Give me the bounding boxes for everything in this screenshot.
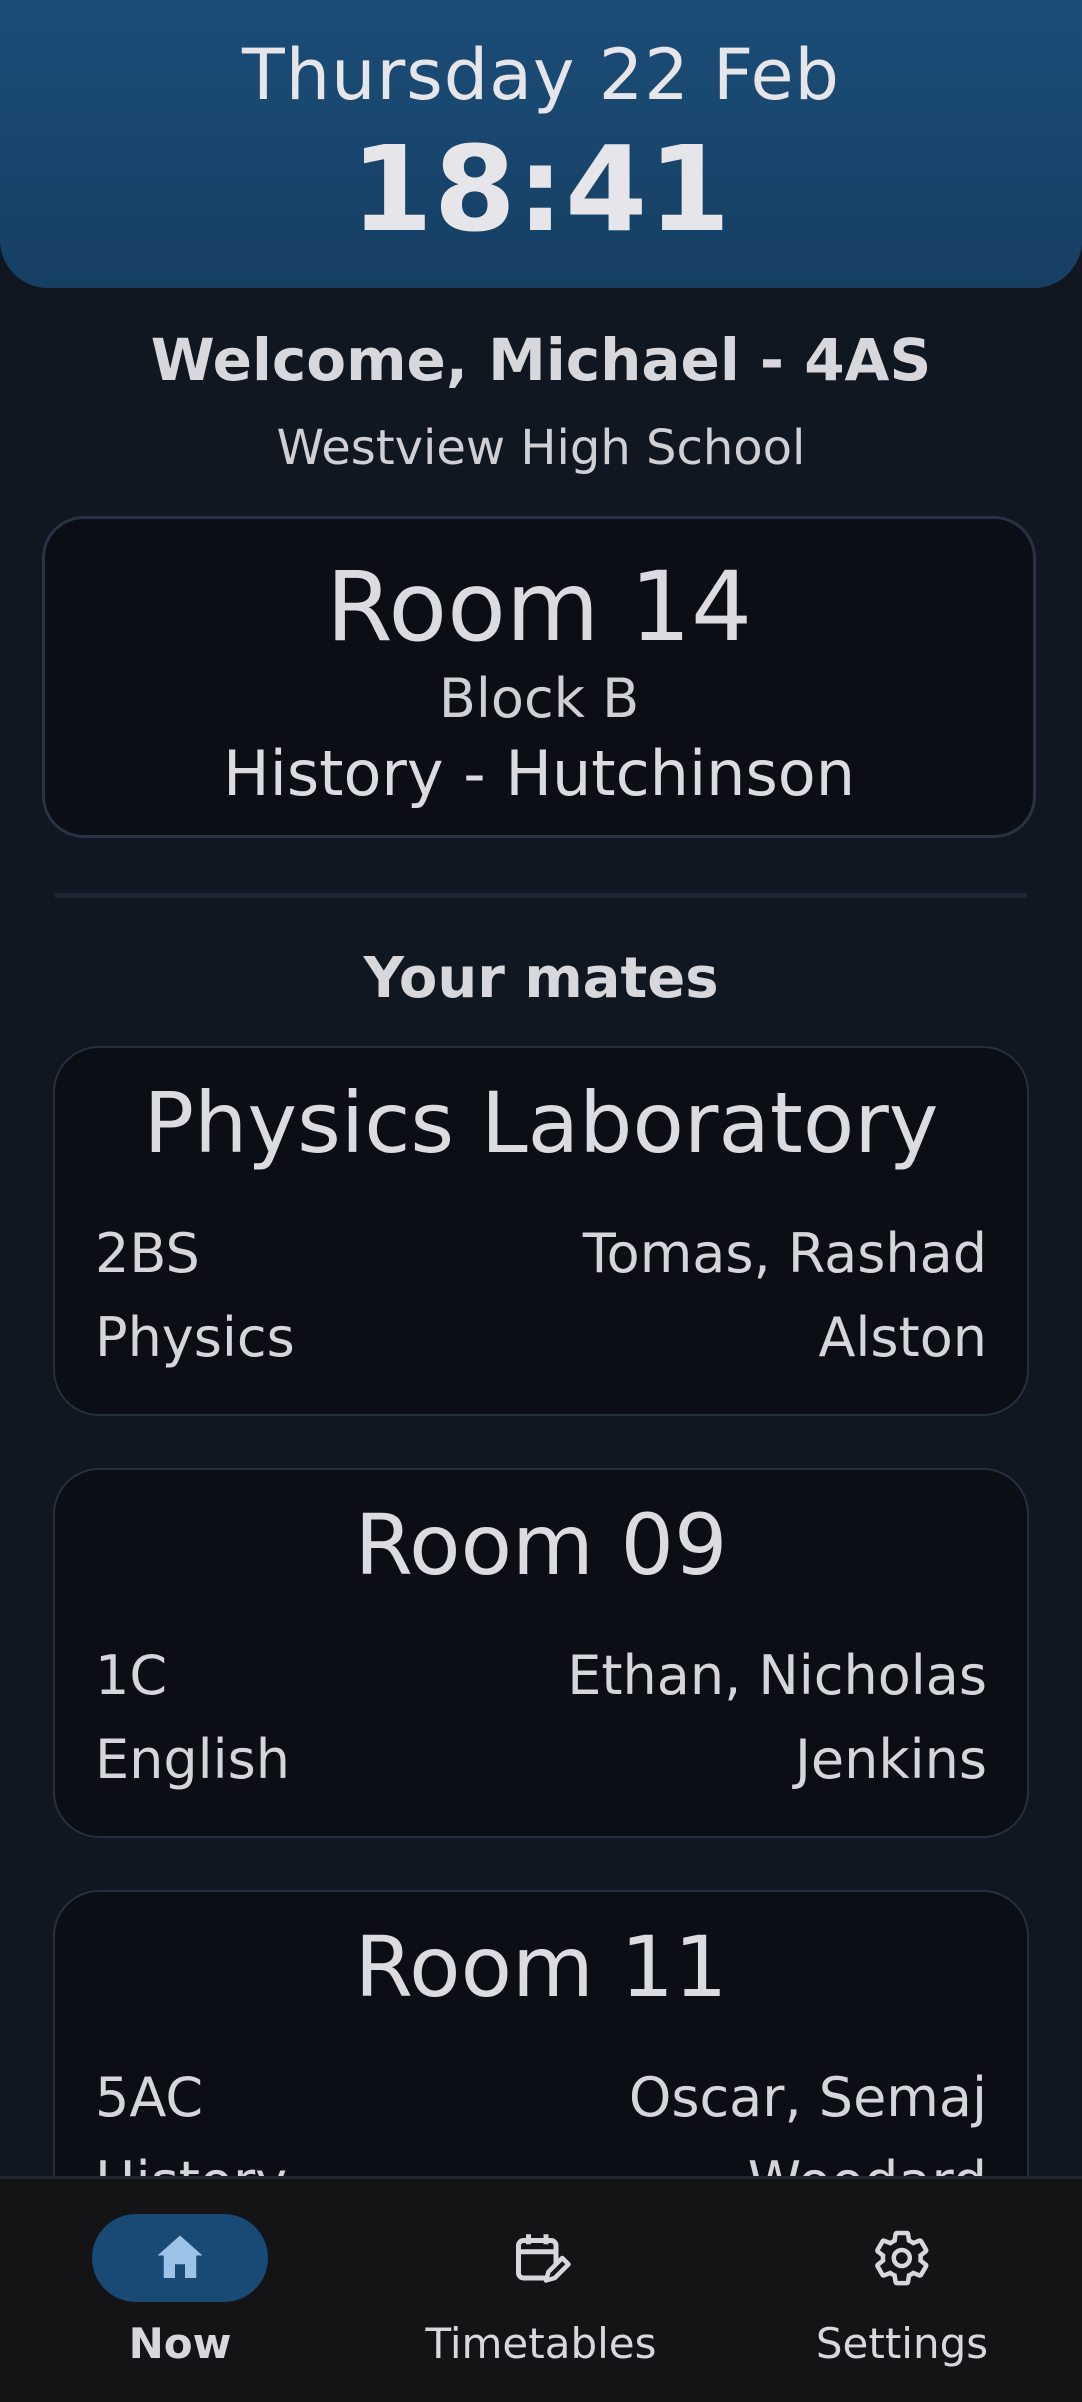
section-divider: [55, 893, 1027, 898]
nav-label-now: Now: [128, 2319, 232, 2368]
home-icon: [157, 2235, 203, 2278]
clock-time: 18:41: [350, 120, 732, 258]
school-name: Westview High School: [276, 420, 806, 476]
mate-names: Tomas, Rashad: [582, 1222, 987, 1285]
mate-room: Physics Laboratory: [143, 1074, 939, 1172]
mate-class: 2BS: [95, 1222, 200, 1285]
date-label: Thursday 22 Feb: [241, 34, 840, 116]
date-time-header: Thursday 22 Feb 18:41: [0, 0, 1082, 288]
calendar-edit-icon: [516, 2234, 571, 2283]
nav-item-now[interactable]: Now: [0, 2179, 360, 2402]
mate-subject: English: [95, 1728, 290, 1791]
nav-label-settings: Settings: [815, 2319, 989, 2368]
current-block: Block B: [438, 667, 640, 730]
mate-class: 5AC: [95, 2066, 204, 2129]
gear-icon: [875, 2230, 929, 2286]
now-screen: Thursday 22 Feb 18:41 Welcome, Michael -…: [0, 0, 1082, 2402]
nav-item-settings[interactable]: Settings: [722, 2179, 1082, 2402]
mate-subject: Physics: [95, 1306, 295, 1369]
mate-names: Oscar, Semaj: [628, 2066, 987, 2129]
mate-card[interactable]: Physics Laboratory 2BS Tomas, Rashad Phy…: [53, 1046, 1029, 1416]
welcome-text: Welcome, Michael - 4AS: [150, 326, 932, 394]
current-subject-teacher: History - Hutchinson: [222, 737, 856, 810]
mate-room: Room 09: [354, 1496, 728, 1594]
nav-item-timetables[interactable]: Timetables: [361, 2179, 721, 2402]
bottom-navigation-bar: Now Timetables Settings: [0, 2176, 1082, 2402]
mate-names: Ethan, Nicholas: [567, 1644, 987, 1707]
mate-room: Room 11: [354, 1918, 728, 2016]
mate-class: 1C: [95, 1644, 168, 1707]
nav-label-timetables: Timetables: [425, 2319, 657, 2368]
mates-heading: Your mates: [363, 946, 719, 1011]
mate-teacher: Alston: [818, 1306, 987, 1369]
current-lesson-card[interactable]: Room 14 Block B History - Hutchinson: [42, 516, 1036, 838]
current-room: Room 14: [325, 551, 753, 663]
mate-teacher: Jenkins: [794, 1728, 987, 1791]
mates-list: Physics Laboratory 2BS Tomas, Rashad Phy…: [53, 1046, 1029, 2312]
mate-card[interactable]: Room 09 1C Ethan, Nicholas English Jenki…: [53, 1468, 1029, 1838]
